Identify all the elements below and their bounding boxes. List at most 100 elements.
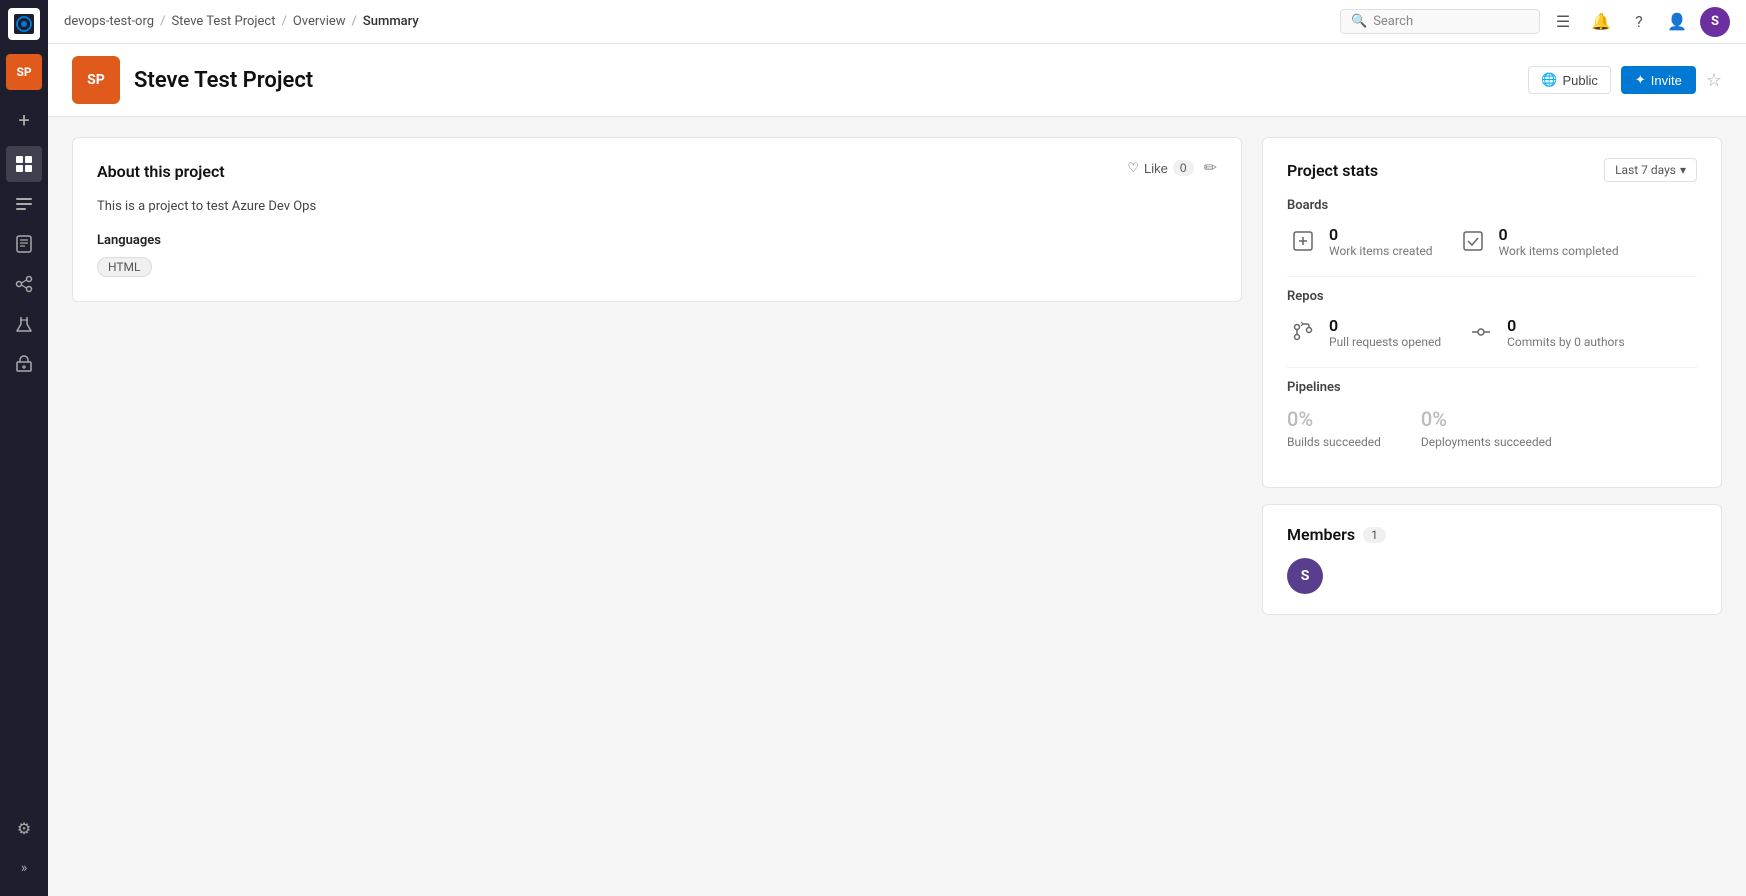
- members-title: Members: [1287, 525, 1355, 544]
- sidebar-item-pipelines[interactable]: [6, 266, 42, 302]
- project-header-actions: 🌐 Public ✦ Invite ☆: [1528, 66, 1722, 94]
- deployments-label: Deployments succeeded: [1421, 435, 1552, 449]
- sidebar-settings-icon[interactable]: ⚙: [6, 810, 42, 846]
- work-items-completed-stat: 0 Work items completed: [1457, 225, 1619, 258]
- breadcrumb-sep3: /: [352, 14, 357, 29]
- search-box[interactable]: 🔍 Search: [1340, 9, 1540, 34]
- like-label: Like: [1144, 161, 1168, 176]
- date-filter-label: Last 7 days: [1615, 163, 1676, 177]
- commits-icon: [1465, 316, 1497, 348]
- about-card: About this project ♡ Like 0 ✏ This is a …: [72, 137, 1242, 302]
- stats-card-header: Project stats Last 7 days ▾: [1287, 158, 1697, 182]
- work-items-created-stat: 0 Work items created: [1287, 225, 1433, 258]
- sidebar-rail: SP + ⚙ »: [0, 0, 48, 896]
- pull-requests-text: 0 Pull requests opened: [1329, 316, 1441, 349]
- sidebar-item-project[interactable]: SP: [6, 54, 42, 90]
- invite-button[interactable]: ✦ Invite: [1621, 66, 1696, 94]
- invite-icon: ✦: [1635, 72, 1646, 88]
- project-avatar: SP: [72, 56, 120, 104]
- pipelines-label: Pipelines: [1287, 380, 1697, 395]
- topbar: devops-test-org / Steve Test Project / O…: [48, 0, 1746, 44]
- boards-stats-row: 0 Work items created 0 Work i: [1287, 225, 1697, 258]
- members-list: S: [1287, 558, 1697, 594]
- visibility-button[interactable]: 🌐 Public: [1528, 66, 1611, 94]
- breadcrumb-project[interactable]: Steve Test Project: [171, 14, 275, 29]
- pull-requests-count: 0: [1329, 316, 1441, 335]
- sidebar-item-overview[interactable]: [6, 146, 42, 182]
- heart-icon: ♡: [1127, 160, 1139, 176]
- commits-stat: 0 Commits by 0 authors: [1465, 316, 1625, 349]
- pull-requests-icon: [1287, 316, 1319, 348]
- list-icon[interactable]: ☰: [1548, 7, 1578, 37]
- people-icon[interactable]: 👤: [1662, 7, 1692, 37]
- repos-stats-row: 0 Pull requests opened 0 Comm: [1287, 316, 1697, 349]
- notifications-icon[interactable]: 🔔: [1586, 7, 1616, 37]
- project-header: SP Steve Test Project 🌐 Public ✦ Invite …: [48, 44, 1746, 117]
- project-title-row: SP Steve Test Project: [72, 56, 313, 104]
- boards-section: Boards 0 Work items created: [1287, 198, 1697, 258]
- about-actions: ♡ Like 0 ✏: [1127, 158, 1217, 178]
- visibility-label: Public: [1562, 73, 1597, 88]
- sidebar-item-boards[interactable]: [6, 186, 42, 222]
- pipeline-row: 0% Builds succeeded 0% Deployments succe…: [1287, 407, 1697, 449]
- deployments-pipeline-item: 0% Deployments succeeded: [1421, 407, 1552, 449]
- stats-title: Project stats: [1287, 161, 1378, 180]
- main-container: devops-test-org / Steve Test Project / O…: [48, 0, 1746, 896]
- deployments-percent: 0%: [1421, 407, 1552, 431]
- page-content: SP Steve Test Project 🌐 Public ✦ Invite …: [48, 44, 1746, 896]
- work-items-created-text: 0 Work items created: [1329, 225, 1433, 258]
- member-avatar-s[interactable]: S: [1287, 558, 1323, 594]
- sidebar-item-add[interactable]: +: [6, 102, 42, 138]
- sidebar-item-artifacts[interactable]: [6, 346, 42, 382]
- work-items-completed-label: Work items completed: [1499, 244, 1619, 258]
- app-logo[interactable]: [8, 8, 40, 40]
- breadcrumb-current: Summary: [363, 14, 419, 29]
- builds-percent: 0%: [1287, 407, 1381, 431]
- repos-label: Repos: [1287, 289, 1697, 304]
- breadcrumb: devops-test-org / Steve Test Project / O…: [64, 14, 1340, 29]
- search-placeholder-text: Search: [1373, 14, 1413, 29]
- members-header: Members 1: [1287, 525, 1697, 544]
- edit-button[interactable]: ✏: [1204, 158, 1217, 178]
- builds-pipeline-item: 0% Builds succeeded: [1287, 407, 1381, 449]
- project-name: Steve Test Project: [134, 68, 313, 93]
- about-description: This is a project to test Azure Dev Ops: [97, 197, 1217, 217]
- breadcrumb-section[interactable]: Overview: [293, 14, 346, 29]
- breadcrumb-sep2: /: [281, 14, 286, 29]
- star-button[interactable]: ☆: [1706, 70, 1722, 91]
- stats-panel: Project stats Last 7 days ▾ Boards: [1262, 137, 1722, 615]
- commits-label: Commits by 0 authors: [1507, 335, 1625, 349]
- topbar-right-icons: 🔍 Search ☰ 🔔 ? 👤 S: [1340, 7, 1730, 37]
- globe-icon: 🌐: [1541, 72, 1557, 88]
- members-count: 1: [1363, 527, 1386, 543]
- work-items-completed-icon: [1457, 225, 1489, 257]
- work-items-created-icon: [1287, 225, 1319, 257]
- builds-label: Builds succeeded: [1287, 435, 1381, 449]
- divider-1: [1287, 276, 1697, 277]
- commits-text: 0 Commits by 0 authors: [1507, 316, 1625, 349]
- date-filter-dropdown[interactable]: Last 7 days ▾: [1604, 158, 1697, 182]
- divider-2: [1287, 367, 1697, 368]
- user-avatar[interactable]: S: [1700, 7, 1730, 37]
- like-button[interactable]: ♡ Like 0: [1127, 160, 1193, 176]
- work-items-completed-text: 0 Work items completed: [1499, 225, 1619, 258]
- repos-section: Repos 0 Pull requests opened: [1287, 289, 1697, 349]
- sidebar-item-repos[interactable]: [6, 226, 42, 262]
- body-row: About this project ♡ Like 0 ✏ This is a …: [48, 117, 1746, 635]
- help-icon[interactable]: ?: [1624, 7, 1654, 37]
- sidebar-item-test[interactable]: [6, 306, 42, 342]
- breadcrumb-org[interactable]: devops-test-org: [64, 14, 154, 29]
- pull-requests-label: Pull requests opened: [1329, 335, 1441, 349]
- language-tag-html: HTML: [97, 257, 152, 277]
- members-card: Members 1 S: [1262, 504, 1722, 615]
- search-icon: 🔍: [1351, 14, 1367, 29]
- work-items-completed-count: 0: [1499, 225, 1619, 244]
- commits-count: 0: [1507, 316, 1625, 335]
- pipelines-section: Pipelines 0% Builds succeeded 0% Deploym…: [1287, 380, 1697, 449]
- project-stats-card: Project stats Last 7 days ▾ Boards: [1262, 137, 1722, 488]
- languages-label: Languages: [97, 233, 1217, 248]
- sidebar-expand-icon[interactable]: »: [6, 850, 42, 886]
- chevron-down-icon: ▾: [1680, 163, 1686, 177]
- invite-label: Invite: [1651, 73, 1682, 88]
- work-items-created-count: 0: [1329, 225, 1433, 244]
